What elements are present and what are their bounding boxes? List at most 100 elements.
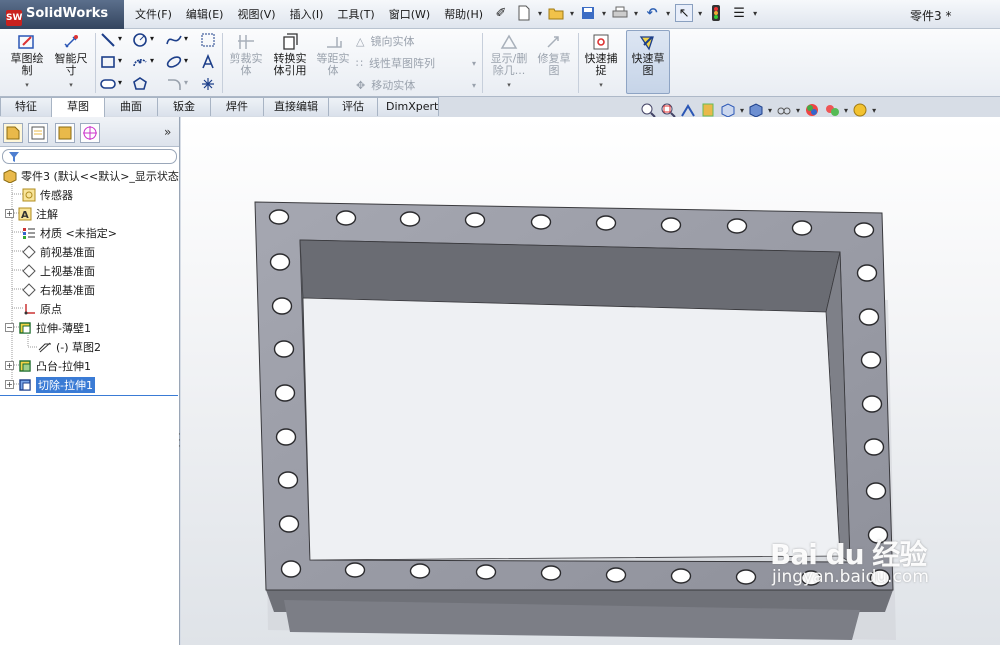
convert-entities-button[interactable]: 转换实 体引用 — [268, 31, 312, 77]
save-dropdown-arrow[interactable]: ▾ — [602, 9, 606, 18]
spline-dropdown-arrow[interactable]: ▾ — [184, 34, 188, 43]
rectangle-dropdown-arrow[interactable]: ▾ — [118, 56, 122, 65]
slot-dropdown-arrow[interactable]: ▾ — [118, 78, 122, 87]
smart-dimension-dropdown-arrow[interactable]: ▾ — [50, 79, 92, 91]
tree-item-origin[interactable]: 原点 — [22, 299, 62, 318]
tab-dimxpert[interactable]: DimXpert — [377, 97, 439, 116]
view-orientation-icon[interactable] — [720, 102, 736, 118]
open-folder-icon[interactable] — [547, 4, 565, 22]
tab-features[interactable]: 特征 — [0, 97, 52, 116]
display-delete-relations-button[interactable]: 显示/删 除几... ▾ — [486, 31, 532, 91]
arc-dropdown-arrow[interactable]: ▾ — [150, 56, 154, 65]
circle-dropdown-arrow[interactable]: ▾ — [150, 34, 154, 43]
collapse-toggle[interactable]: − — [5, 323, 14, 332]
polygon-icon[interactable] — [132, 76, 148, 92]
menu-help[interactable]: 帮助(H) — [437, 0, 490, 29]
tree-item-sensors[interactable]: 传感器 — [22, 185, 73, 204]
expand-toggle[interactable]: + — [5, 361, 14, 370]
zoom-to-area-icon[interactable] — [660, 102, 676, 118]
menu-edit[interactable]: 编辑(E) — [179, 0, 231, 29]
rebuild-traffic-light-icon[interactable] — [707, 4, 725, 22]
relations-dropdown-arrow[interactable]: ▾ — [486, 79, 532, 91]
view-settings-icon[interactable] — [852, 102, 868, 118]
menu-tools[interactable]: 工具(T) — [330, 0, 381, 29]
tree-item-thin-extrude[interactable]: − 拉伸-薄壁1 — [5, 318, 91, 337]
trim-entities-button[interactable]: 剪裁实 体 — [226, 31, 266, 77]
sketch-button[interactable]: 草图绘 制 ▾ — [6, 31, 48, 91]
tab-surfaces[interactable]: 曲面 — [104, 97, 158, 116]
display-style-dropdown-arrow[interactable]: ▾ — [768, 106, 772, 115]
move-entities-button[interactable]: ✥ 移动实体 — [356, 77, 415, 93]
view-settings-dropdown-arrow[interactable]: ▾ — [872, 106, 876, 115]
select-dropdown-arrow[interactable]: ▾ — [698, 9, 702, 18]
rapid-sketch-button[interactable]: 快速草 图 — [626, 30, 670, 94]
tree-item-right-plane[interactable]: 右视基准面 — [22, 280, 95, 299]
section-view-icon[interactable] — [700, 102, 716, 118]
point-icon[interactable] — [200, 76, 216, 92]
ellipse-dropdown-arrow[interactable]: ▾ — [184, 56, 188, 65]
tab-sheet-metal[interactable]: 钣金 — [157, 97, 211, 116]
save-icon[interactable] — [579, 4, 597, 22]
new-document-icon[interactable] — [515, 4, 533, 22]
print-dropdown-arrow[interactable]: ▾ — [634, 9, 638, 18]
tab-weldments[interactable]: 焊件 — [210, 97, 264, 116]
expand-toggle[interactable]: + — [5, 209, 14, 218]
edit-appearance-icon[interactable] — [804, 102, 820, 118]
options-list-icon[interactable]: ☰ — [730, 4, 748, 22]
options-dropdown-arrow[interactable]: ▾ — [753, 9, 757, 18]
circle-icon[interactable] — [132, 32, 148, 48]
linear-sketch-pattern-button[interactable]: ∷ 线性草图阵列 — [356, 55, 435, 71]
display-style-icon[interactable] — [748, 102, 764, 118]
hide-show-dropdown-arrow[interactable]: ▾ — [796, 106, 800, 115]
new-dropdown-arrow[interactable]: ▾ — [538, 9, 542, 18]
mirror-entities-button[interactable]: △ 镜向实体 — [356, 33, 414, 49]
text-sketch-icon[interactable] — [200, 54, 216, 70]
spline-icon[interactable] — [166, 32, 182, 48]
line-dropdown-arrow[interactable]: ▾ — [118, 34, 122, 43]
linear-pattern-dropdown-arrow[interactable]: ▾ — [472, 59, 476, 68]
slot-icon[interactable] — [100, 76, 116, 92]
zoom-to-fit-icon[interactable] — [640, 102, 656, 118]
tab-direct-editing[interactable]: 直接编辑 — [263, 97, 329, 116]
undo-dropdown-arrow[interactable]: ▾ — [666, 9, 670, 18]
tree-item-top-plane[interactable]: 上视基准面 — [22, 261, 95, 280]
offset-entities-button[interactable]: 等距实 体 — [314, 31, 352, 77]
previous-view-icon[interactable] — [680, 102, 696, 118]
move-dropdown-arrow[interactable]: ▾ — [472, 81, 476, 90]
repair-sketch-button[interactable]: 修复草 图 — [534, 31, 574, 77]
undo-icon[interactable]: ↶ — [643, 4, 661, 22]
tab-sketch[interactable]: 草图 — [51, 97, 105, 117]
sketch-picture-icon[interactable] — [200, 32, 216, 48]
pin-icon[interactable]: ✐ — [492, 4, 510, 22]
quick-snaps-dropdown-arrow[interactable]: ▾ — [581, 79, 621, 91]
hide-show-items-icon[interactable] — [776, 102, 792, 118]
line-icon[interactable] — [100, 32, 116, 48]
menu-window[interactable]: 窗口(W) — [382, 0, 437, 29]
tree-item-boss-extrude[interactable]: + 凸台-拉伸1 — [5, 356, 91, 375]
menu-view[interactable]: 视图(V) — [230, 0, 282, 29]
rollback-bar[interactable] — [0, 395, 178, 396]
view-orientation-dropdown-arrow[interactable]: ▾ — [740, 106, 744, 115]
select-pointer-icon[interactable]: ↖ — [675, 4, 694, 22]
scene-dropdown-arrow[interactable]: ▾ — [844, 106, 848, 115]
tree-item-sketch2[interactable]: (-) 草图2 — [38, 337, 101, 356]
menu-file[interactable]: 文件(F) — [128, 0, 179, 29]
print-icon[interactable] — [611, 4, 629, 22]
menu-insert[interactable]: 插入(I) — [283, 0, 331, 29]
tab-evaluate[interactable]: 评估 — [328, 97, 378, 116]
app-logo[interactable]: SW SolidWorks — [0, 0, 124, 29]
smart-dimension-button[interactable]: 智能尺 寸 ▾ — [50, 31, 92, 91]
tree-item-cut-extrude[interactable]: + 切除-拉伸1 — [5, 375, 95, 394]
rectangle-icon[interactable] — [100, 54, 116, 70]
open-dropdown-arrow[interactable]: ▾ — [570, 9, 574, 18]
ellipse-icon[interactable] — [166, 54, 182, 70]
tree-root-part[interactable]: 零件3 (默认<<默认>_显示状态 — [3, 166, 179, 185]
expand-toggle[interactable]: + — [5, 380, 14, 389]
apply-scene-icon[interactable] — [824, 102, 840, 118]
tree-item-annotations[interactable]: + A 注解 — [5, 204, 58, 223]
tree-item-material[interactable]: 材质 <未指定> — [22, 223, 117, 242]
fillet-icon[interactable] — [166, 76, 182, 92]
arc-icon[interactable] — [132, 54, 148, 70]
tree-item-front-plane[interactable]: 前视基准面 — [22, 242, 95, 261]
quick-snaps-button[interactable]: 快速捕 捉 ▾ — [581, 31, 621, 91]
